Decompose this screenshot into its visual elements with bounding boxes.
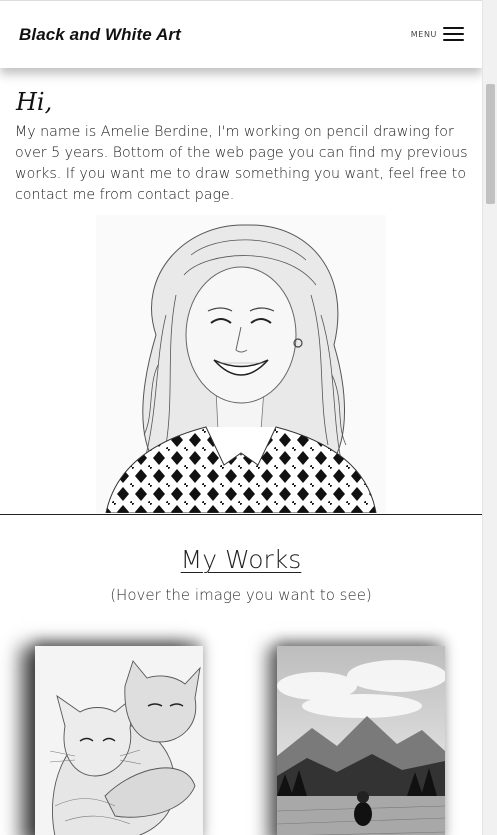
menu-button[interactable]: MENU [411,27,464,41]
greeting-heading: Hi, [16,88,53,116]
work-cat-sketch[interactable] [35,646,203,835]
page-scrollbar[interactable] [482,0,497,835]
menu-label[interactable]: MENU [411,30,437,39]
section-divider [0,514,482,515]
site-brand[interactable]: Black and White Art [19,25,181,45]
hamburger-icon[interactable] [443,27,464,41]
intro-paragraph: My name is Amelie Berdine, I'm working o… [15,124,468,203]
portrait-sketch-image [96,215,386,513]
work-landscape-sketch[interactable] [277,646,445,835]
page: Black and White Art MENU Hi, My name is … [0,0,497,835]
works-subtitle: (Hover the image you want to see) [110,586,372,604]
works-heading: My Works [180,545,302,574]
site-header: Black and White Art MENU [0,0,482,68]
scrollbar-thumb[interactable] [486,84,495,204]
